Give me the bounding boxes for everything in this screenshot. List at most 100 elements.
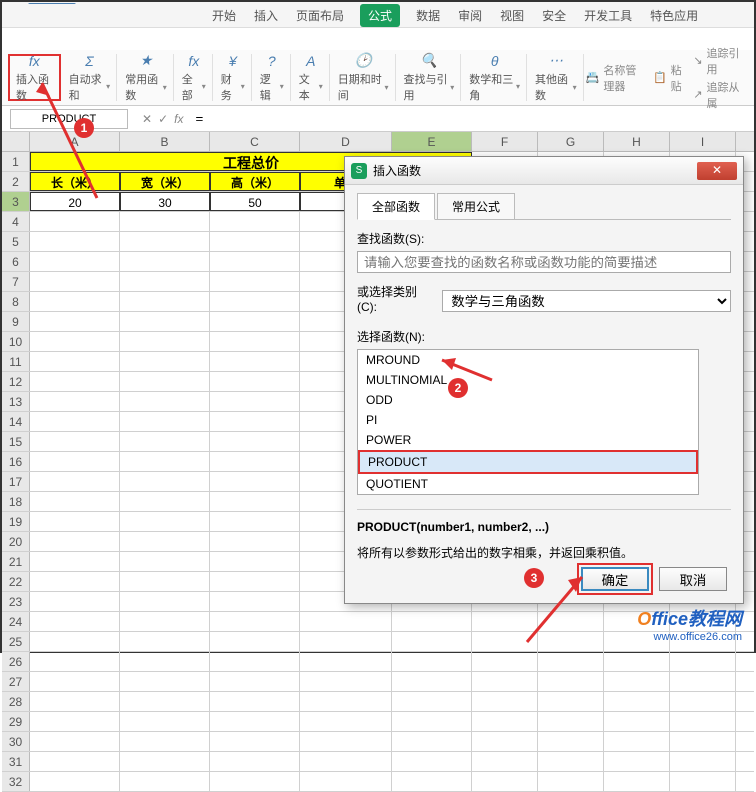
row-header[interactable]: 32 [2, 772, 30, 791]
col-header-c[interactable]: C [210, 132, 300, 151]
cell[interactable] [210, 432, 300, 451]
cell[interactable] [120, 472, 210, 491]
cell[interactable] [30, 532, 120, 551]
function-item-selected[interactable]: PRODUCT [358, 450, 698, 474]
row-header[interactable]: 16 [2, 452, 30, 471]
col-header-b[interactable]: B [120, 132, 210, 151]
tab-view[interactable]: 视图 [498, 4, 526, 27]
cell[interactable] [604, 752, 670, 771]
row-header[interactable]: 19 [2, 512, 30, 531]
name-box[interactable] [10, 109, 128, 129]
cell[interactable] [670, 712, 736, 731]
cell[interactable] [210, 272, 300, 291]
cell[interactable] [392, 632, 472, 651]
cell[interactable] [538, 632, 604, 651]
row-header[interactable]: 4 [2, 212, 30, 231]
tab-common-formulas[interactable]: 常用公式 [437, 193, 515, 219]
cell[interactable] [210, 612, 300, 631]
cell[interactable] [30, 572, 120, 591]
cancel-formula-icon[interactable]: ✕ [142, 112, 152, 126]
cell[interactable] [120, 392, 210, 411]
cell[interactable] [30, 652, 120, 671]
cell[interactable] [210, 592, 300, 611]
cell[interactable] [120, 672, 210, 691]
function-item[interactable]: QUOTIENT [358, 474, 698, 494]
row-header[interactable]: 12 [2, 372, 30, 391]
cell[interactable] [210, 252, 300, 271]
cell[interactable] [210, 372, 300, 391]
cell[interactable] [120, 232, 210, 251]
row-header[interactable]: 28 [2, 692, 30, 711]
cell[interactable] [604, 732, 670, 751]
cell[interactable] [210, 412, 300, 431]
tab-insert[interactable]: 插入 [252, 4, 280, 27]
cell[interactable] [392, 672, 472, 691]
cell[interactable] [392, 652, 472, 671]
cell[interactable] [210, 512, 300, 531]
cell[interactable] [472, 692, 538, 711]
tab-special[interactable]: 特色应用 [648, 4, 700, 27]
text-functions-button[interactable]: A 文本▾ [293, 54, 330, 101]
tab-home[interactable]: 开始 [210, 4, 238, 27]
cell[interactable] [538, 712, 604, 731]
cell-header[interactable]: 高（米） [210, 172, 300, 191]
tab-data[interactable]: 数据 [414, 4, 442, 27]
cell[interactable] [120, 312, 210, 331]
row-header[interactable]: 18 [2, 492, 30, 511]
cell[interactable] [210, 332, 300, 351]
cell[interactable] [30, 412, 120, 431]
row-header[interactable]: 25 [2, 632, 30, 651]
paste-name-button[interactable]: 📋粘贴 [653, 45, 685, 111]
cell[interactable]: 30 [120, 192, 210, 211]
cell[interactable] [30, 452, 120, 471]
logic-functions-button[interactable]: ? 逻辑▾ [254, 54, 291, 101]
cell[interactable] [30, 472, 120, 491]
cell[interactable] [472, 752, 538, 771]
cell[interactable] [30, 372, 120, 391]
cell[interactable] [472, 712, 538, 731]
cell[interactable] [300, 692, 392, 711]
tab-pagelayout[interactable]: 页面布局 [294, 4, 346, 27]
function-item[interactable]: RADIANS [358, 494, 698, 495]
cell[interactable] [210, 572, 300, 591]
row-header[interactable]: 1 [2, 152, 30, 171]
cell[interactable] [210, 312, 300, 331]
cell[interactable] [538, 732, 604, 751]
cell[interactable] [30, 392, 120, 411]
cell[interactable] [210, 672, 300, 691]
row-header[interactable]: 30 [2, 732, 30, 751]
cell[interactable] [300, 732, 392, 751]
cell[interactable] [210, 292, 300, 311]
cell[interactable] [120, 412, 210, 431]
common-functions-button[interactable]: ★ 常用函数▾ [119, 54, 174, 101]
row-header[interactable]: 17 [2, 472, 30, 491]
cell-header[interactable]: 宽（米） [120, 172, 210, 191]
tab-formulas[interactable]: 公式 [360, 4, 400, 27]
cell[interactable] [210, 232, 300, 251]
cell[interactable] [670, 772, 736, 791]
cell[interactable] [670, 752, 736, 771]
cell[interactable] [30, 732, 120, 751]
cell[interactable] [604, 692, 670, 711]
cell[interactable] [392, 752, 472, 771]
row-header[interactable]: 10 [2, 332, 30, 351]
cell[interactable] [30, 432, 120, 451]
cell[interactable] [210, 692, 300, 711]
cell[interactable] [392, 692, 472, 711]
cell[interactable] [604, 652, 670, 671]
cell[interactable] [120, 532, 210, 551]
tab-security[interactable]: 安全 [540, 4, 568, 27]
category-select[interactable]: 数学与三角函数 [442, 290, 731, 312]
cell[interactable] [120, 372, 210, 391]
cell[interactable] [604, 772, 670, 791]
cell[interactable] [472, 672, 538, 691]
cell[interactable] [210, 732, 300, 751]
row-header[interactable]: 13 [2, 392, 30, 411]
dialog-titlebar[interactable]: S 插入函数 ✕ [345, 157, 743, 185]
cell[interactable] [30, 552, 120, 571]
row-header[interactable]: 20 [2, 532, 30, 551]
cell[interactable] [30, 332, 120, 351]
fx-icon[interactable]: fx [174, 112, 183, 126]
row-header[interactable]: 26 [2, 652, 30, 671]
ok-button[interactable]: 确定 [581, 567, 649, 591]
